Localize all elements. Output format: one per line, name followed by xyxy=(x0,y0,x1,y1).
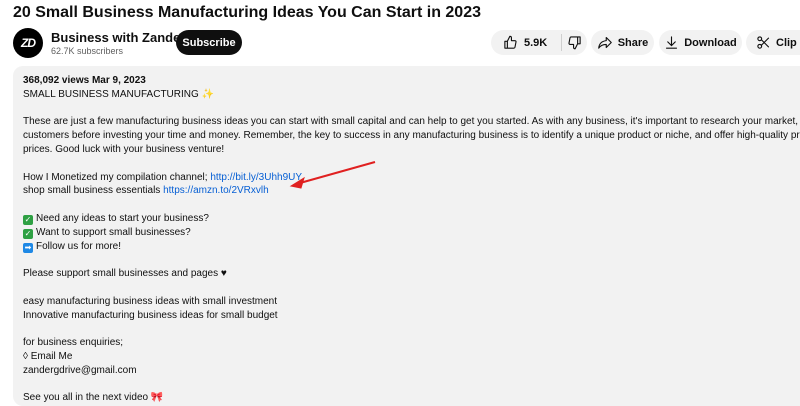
subscriber-count: 62.7K subscribers xyxy=(51,46,124,56)
check-line: ✓ Need any ideas to start your business? xyxy=(23,212,800,226)
support-line: Please support small businesses and page… xyxy=(23,268,227,280)
channel-avatar[interactable]: ZD xyxy=(13,28,43,58)
shop-line: shop small business essentials https://a… xyxy=(23,184,800,198)
share-label: Share xyxy=(617,36,649,49)
clip-button[interactable]: Clip xyxy=(746,30,800,55)
description-paragraph-line: These are just a few manufacturing busin… xyxy=(23,116,800,128)
description-paragraph-line: prices. Good luck with your business ven… xyxy=(23,143,225,155)
scissors-icon xyxy=(756,35,771,50)
avatar-text: ZD xyxy=(21,36,36,50)
closing-line: See you all in the next video 🎀 xyxy=(23,392,164,404)
clip-label: Clip xyxy=(776,36,797,49)
enquiries-line: for business enquiries; xyxy=(23,337,124,349)
like-button[interactable]: 5.9K xyxy=(491,30,561,55)
ideas-line: easy manufacturing business ideas with s… xyxy=(23,295,278,307)
email-address: zandergdrive@gmail.com xyxy=(23,364,137,376)
download-button[interactable]: Download xyxy=(659,30,742,55)
download-label: Download xyxy=(684,36,737,49)
shop-prefix: shop small business essentials xyxy=(23,185,164,197)
dislike-button[interactable] xyxy=(562,30,587,55)
video-title: 20 Small Business Manufacturing Ideas Yo… xyxy=(13,4,481,21)
amazon-link[interactable]: https://amzn.to/2VRxvlh xyxy=(163,185,269,196)
follow-line: ➡ Follow us for more! xyxy=(23,240,800,254)
check-box-icon: ✓ xyxy=(23,214,33,225)
email-label: ◊ Email Me xyxy=(23,350,73,362)
view-stats: 368,092 views Mar 9, 2023 xyxy=(23,75,146,86)
compilation-channel-link[interactable]: http://bit.ly/3Uhh9UY xyxy=(210,172,302,183)
share-button[interactable]: Share xyxy=(591,30,654,55)
channel-name[interactable]: Business with Zander xyxy=(51,30,185,45)
check-box-icon: ✓ xyxy=(23,228,33,239)
check-text: Want to support small businesses? xyxy=(36,226,191,238)
monetized-prefix: How I Monetized my compilation channel; xyxy=(23,171,211,183)
like-dislike-group: 5.9K xyxy=(491,30,587,55)
follow-text: Follow us for more! xyxy=(36,240,122,252)
subscribe-button[interactable]: Subscribe xyxy=(176,30,242,55)
thumbs-down-icon xyxy=(567,35,582,50)
thumbs-up-icon xyxy=(503,35,518,50)
share-icon xyxy=(597,35,613,50)
check-text: Need any ideas to start your business? xyxy=(36,212,209,224)
description-panel[interactable]: 368,092 views Mar 9, 2023 SMALL BUSINESS… xyxy=(13,66,800,406)
like-count: 5.9K xyxy=(524,36,548,49)
arrow-box-icon: ➡ xyxy=(23,242,33,253)
description-headline: SMALL BUSINESS MANUFACTURING ✨ xyxy=(23,88,215,100)
description-paragraph-line: customers before investing your time and… xyxy=(23,130,800,142)
check-line: ✓ Want to support small businesses? xyxy=(23,226,800,240)
ideas-line: Innovative manufacturing business ideas … xyxy=(23,309,278,321)
monetized-line: How I Monetized my compilation channel; … xyxy=(23,171,800,185)
description-text: 368,092 views Mar 9, 2023 SMALL BUSINESS… xyxy=(23,74,800,405)
download-icon xyxy=(664,35,679,50)
